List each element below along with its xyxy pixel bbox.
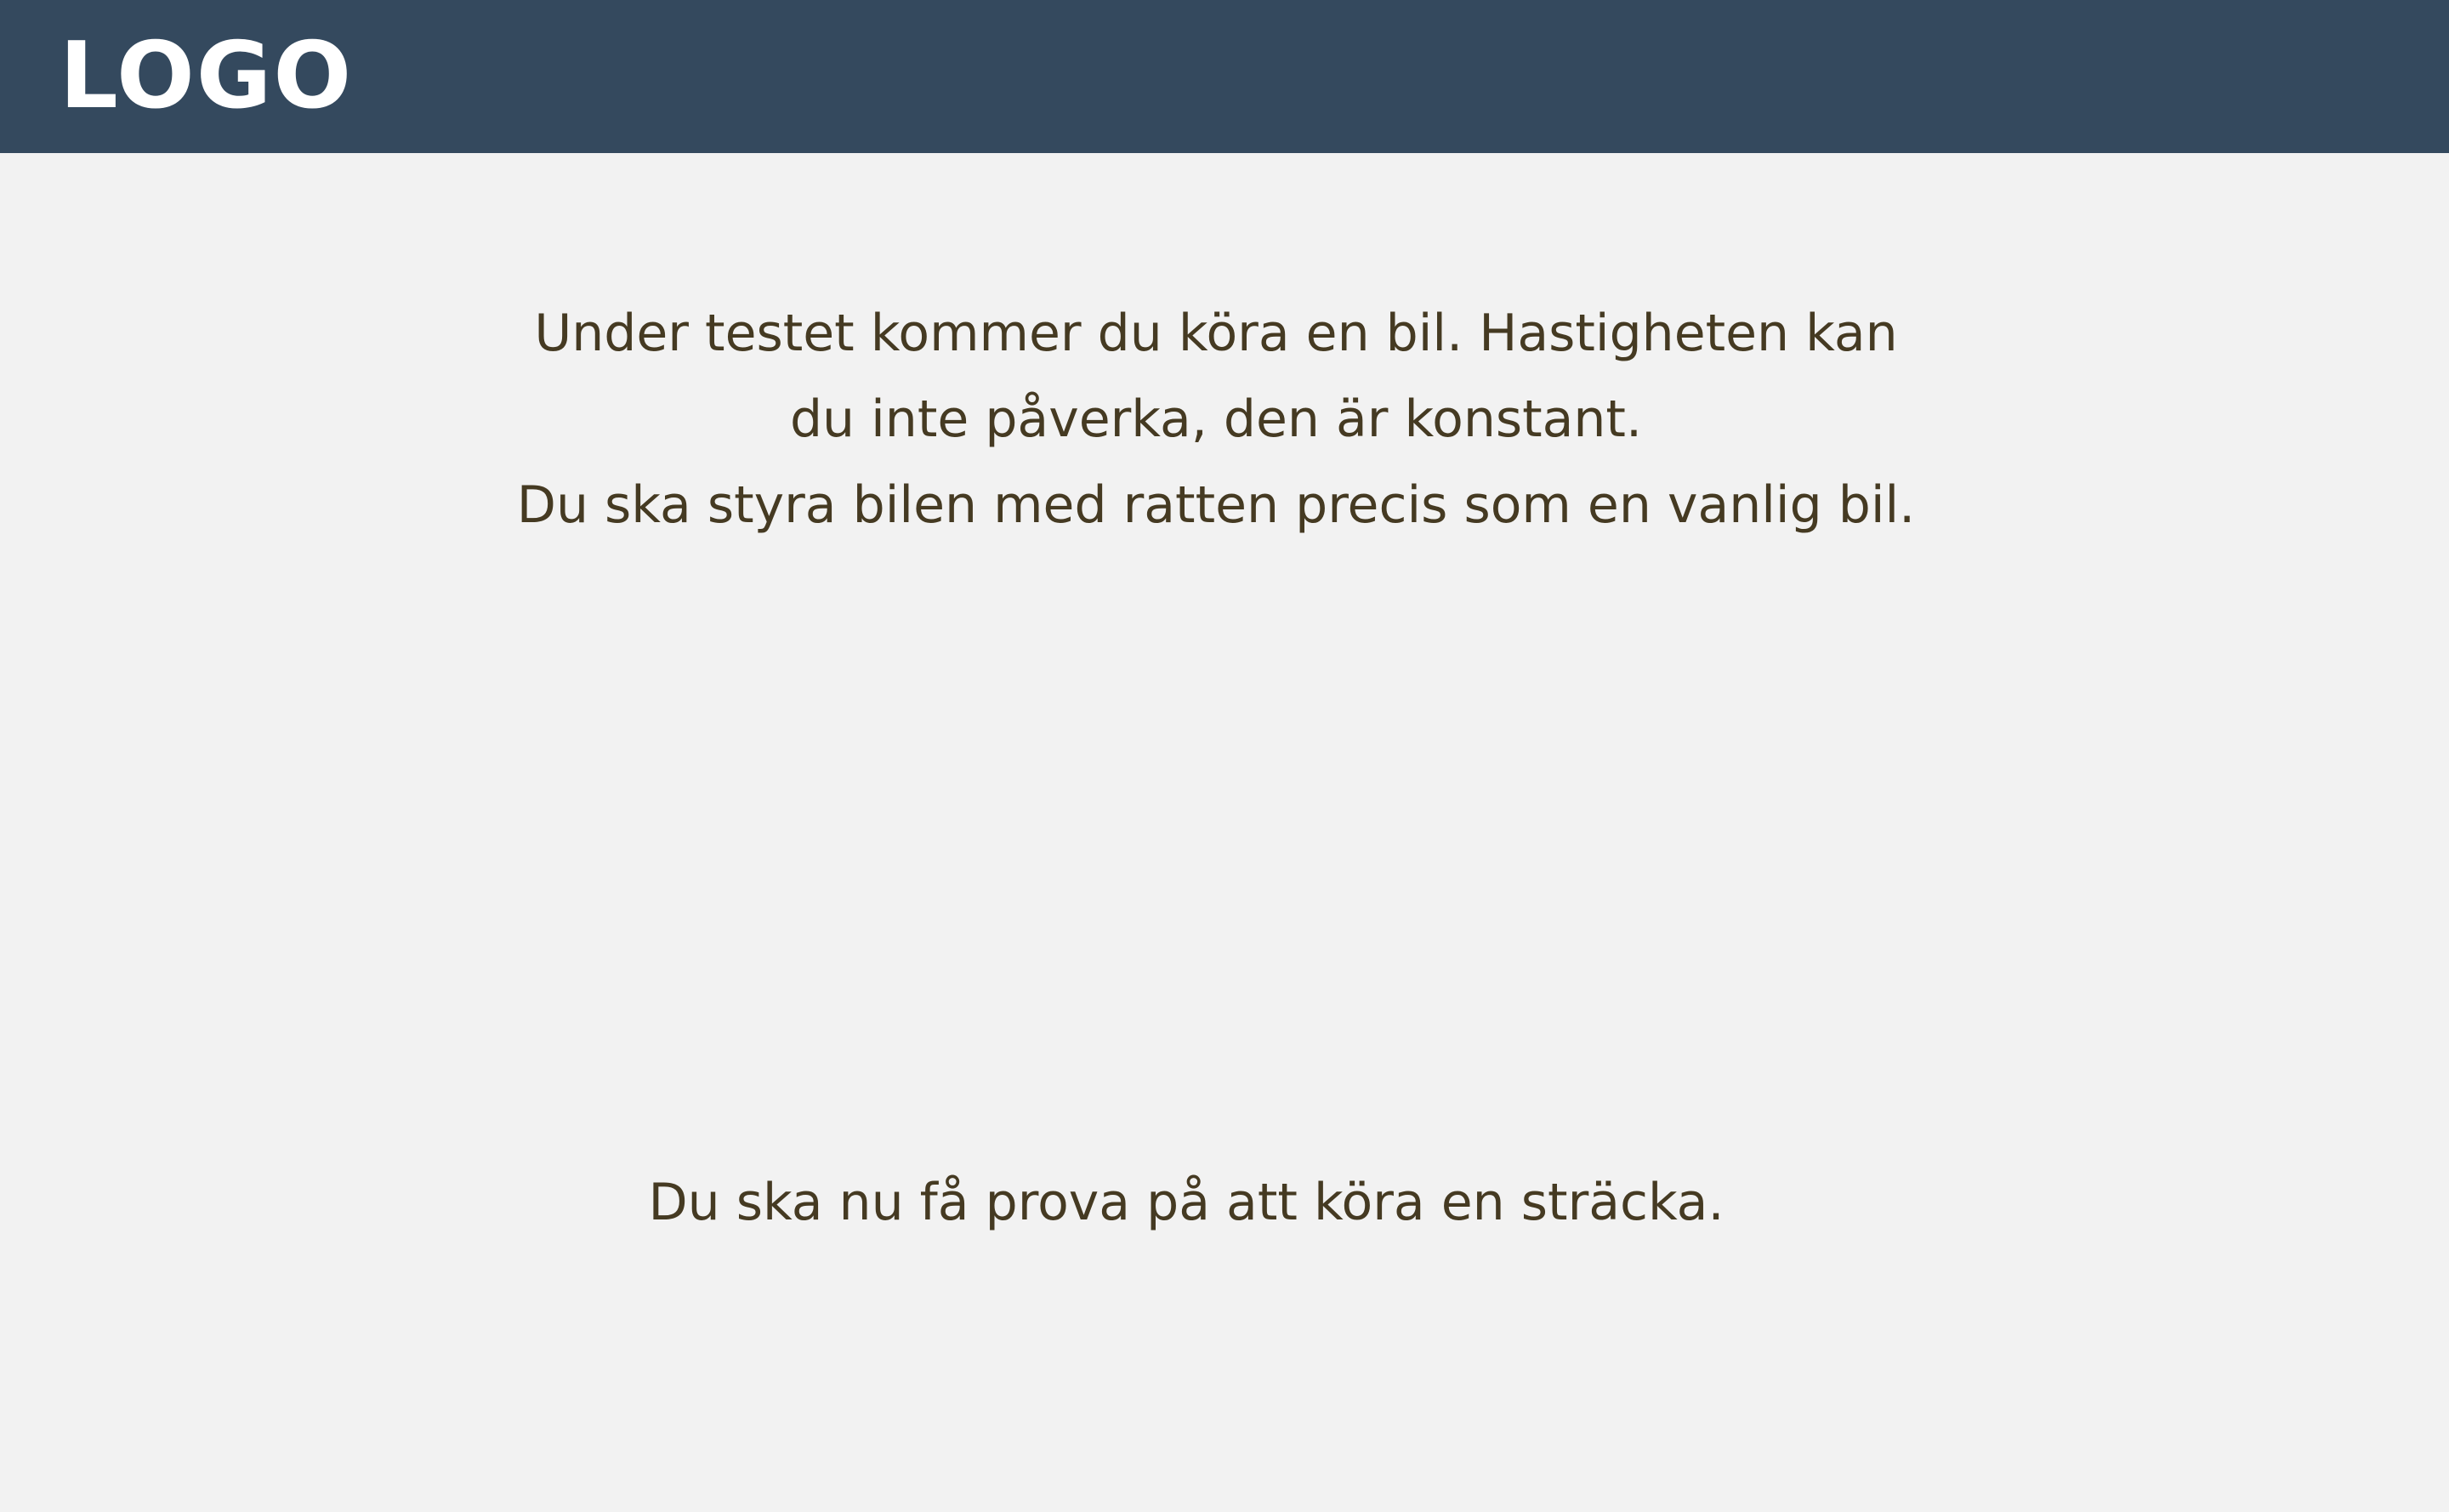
instructions-text: Under testet kommer du köra en bil. Hast… [0, 291, 2432, 549]
instructions-line-2: du inte påverka, den är konstant. [789, 389, 1643, 449]
logo: LOGO [60, 23, 354, 129]
instructions-line-3: Du ska styra bilen med ratten precis som… [516, 475, 1916, 535]
header-bar: LOGO [0, 0, 2449, 153]
practice-prompt: Du ska nu få prova på att köra en sträck… [648, 1173, 1725, 1232]
instructions-line-1: Under testet kommer du köra en bil. Hast… [534, 304, 1898, 363]
